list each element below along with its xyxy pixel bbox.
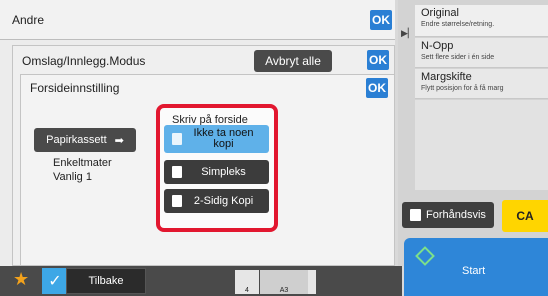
option-duplex-label: 2-Sidig Kopi [193, 194, 254, 207]
double-sided-page-icon [172, 195, 182, 207]
preview-icon [410, 209, 421, 221]
option-no-copy-button[interactable]: Ikke ta noen kopi [164, 125, 269, 153]
paper-tray-button-label: Papirkassett [46, 134, 107, 146]
right-item-original[interactable]: Original Endre størrelse/retning. [415, 5, 548, 37]
tray-indicator-number: 4 [235, 270, 259, 294]
blank-page-icon [172, 133, 182, 145]
cancel-all-button[interactable]: Avbryt alle [254, 50, 332, 72]
right-item-original-title: Original [421, 7, 459, 19]
single-sided-page-icon [172, 166, 182, 178]
tray-indicator-end [308, 270, 316, 294]
preview-button[interactable]: Forhåndsvis [402, 202, 494, 228]
tray-indicator-size: A3 [260, 270, 308, 294]
right-item-empty-area [415, 100, 548, 190]
option-simplex-label: Simpleks [201, 165, 246, 178]
right-item-n-up-subtitle: Sett flere sider i én side [421, 54, 495, 61]
right-item-n-up[interactable]: N-Opp Sett flere sider i én side [415, 38, 548, 68]
option-no-copy-label: Ikke ta noen kopi [193, 127, 254, 150]
option-duplex-button[interactable]: 2-Sidig Kopi [164, 189, 269, 213]
right-item-n-up-title: N-Opp [421, 40, 454, 52]
andre-ok-button[interactable]: OK [370, 10, 392, 30]
forside-title: Forsideinnstilling [30, 81, 120, 95]
paper-type-label: Vanlig 1 [53, 171, 92, 183]
back-button[interactable]: Tilbake [66, 268, 146, 294]
right-item-margin-shift-title: Margskifte [421, 71, 472, 83]
right-item-original-subtitle: Endre størrelse/retning. [421, 21, 495, 28]
andre-header [0, 0, 395, 40]
option-simplex-button[interactable]: Simpleks [164, 160, 269, 184]
start-button-label: Start [462, 265, 486, 277]
checkmark-icon[interactable]: ✓ [42, 268, 68, 294]
forside-ok-button[interactable]: OK [366, 78, 388, 98]
star-icon[interactable]: ★ [13, 269, 29, 290]
right-item-margin-shift[interactable]: Margskifte Flytt posisjon for å få marg [415, 69, 548, 99]
preview-button-label: Forhåndsvis [426, 209, 486, 221]
paper-source-label: Enkeltmater [53, 157, 112, 169]
clear-all-button[interactable]: CA [502, 200, 548, 232]
play-icon[interactable]: ▶▏ [401, 28, 415, 39]
omslag-title: Omslag/Innlegg.Modus [22, 54, 146, 68]
right-item-margin-shift-subtitle: Flytt posisjon for å få marg [421, 85, 504, 92]
paper-tray-button[interactable]: Papirkassett ➡ [34, 128, 136, 152]
omslag-ok-button[interactable]: OK [367, 50, 389, 70]
andre-title: Andre [12, 13, 45, 27]
arrow-right-icon: ➡ [114, 134, 124, 147]
